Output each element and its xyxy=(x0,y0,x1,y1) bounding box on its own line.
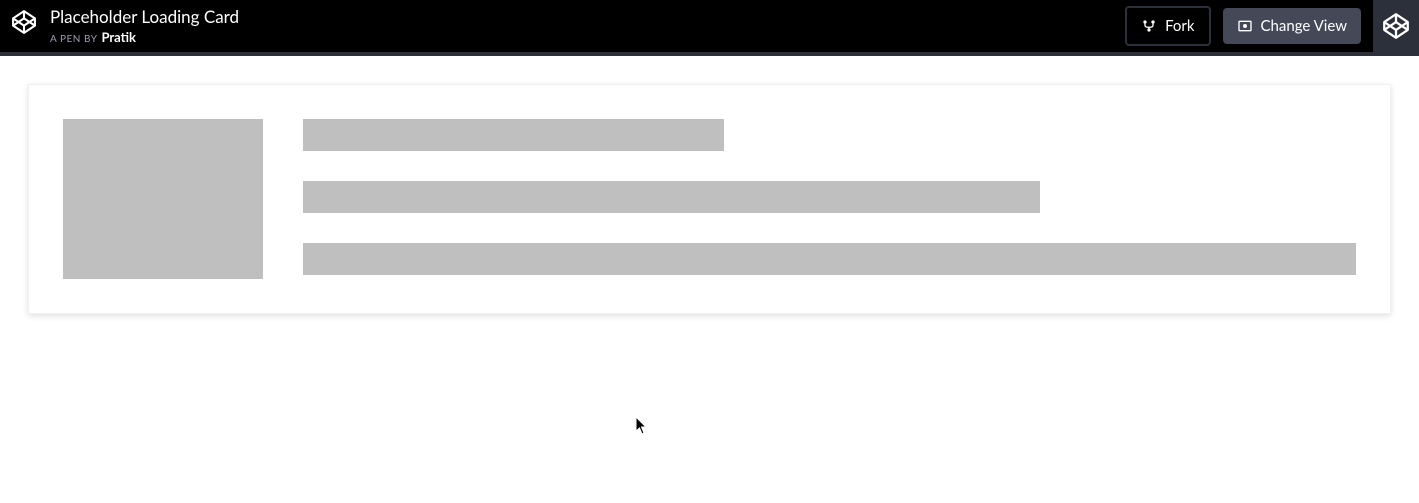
skeleton-line xyxy=(303,119,724,151)
codepen-logo-icon[interactable] xyxy=(10,8,38,36)
skeleton-line xyxy=(303,243,1356,275)
change-view-icon xyxy=(1237,18,1253,34)
fork-button-label: Fork xyxy=(1165,17,1194,35)
header-left: Placeholder Loading Card A Pen by Pratik xyxy=(10,8,239,45)
pen-info: Placeholder Loading Card A Pen by Pratik xyxy=(50,6,239,45)
fork-icon xyxy=(1141,18,1157,34)
app-header: Placeholder Loading Card A Pen by Pratik… xyxy=(0,0,1419,56)
mouse-cursor-icon xyxy=(636,417,648,435)
change-view-button[interactable]: Change View xyxy=(1223,8,1362,44)
pen-title[interactable]: Placeholder Loading Card xyxy=(50,6,239,27)
fork-button[interactable]: Fork xyxy=(1125,6,1210,46)
loading-card xyxy=(28,84,1391,314)
result-pane xyxy=(0,56,1419,342)
skeleton-image-placeholder xyxy=(63,119,263,279)
pen-by-label: A Pen by xyxy=(50,33,97,45)
user-avatar[interactable] xyxy=(1373,0,1419,54)
pen-byline: A Pen by Pratik xyxy=(50,29,239,45)
skeleton-line xyxy=(303,181,1040,213)
header-right: Fork Change View xyxy=(1125,0,1419,52)
change-view-button-label: Change View xyxy=(1261,17,1348,35)
skeleton-lines xyxy=(303,119,1356,279)
pen-author[interactable]: Pratik xyxy=(101,29,136,45)
